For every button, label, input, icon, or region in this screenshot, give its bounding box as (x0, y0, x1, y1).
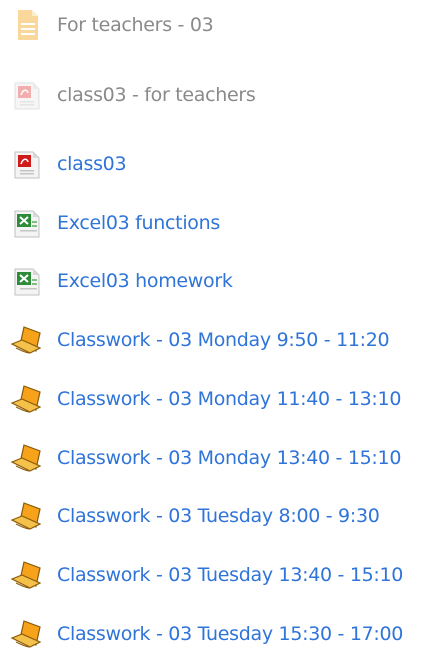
activity-link[interactable]: Classwork - 03 Tuesday 8:00 - 9:30 (57, 504, 380, 528)
pdf-file-icon (10, 148, 46, 180)
activity-link[interactable]: Classwork - 03 Monday 13:40 - 15:10 (57, 446, 401, 470)
activity-label: For teachers - 03 (57, 14, 214, 36)
activity-label: class03 - for teachers (57, 84, 256, 106)
excel-file-icon (10, 265, 46, 297)
activity-link[interactable]: Classwork - 03 Monday 11:40 - 13:10 (57, 387, 401, 411)
activity-link[interactable]: Excel03 functions (57, 211, 220, 235)
assignment-icon (10, 618, 46, 650)
excel-file-icon (10, 207, 46, 239)
activity-link[interactable]: Excel03 homework (57, 269, 233, 293)
pdf-file-icon (10, 79, 46, 111)
assignment-icon (10, 500, 46, 532)
assignment-icon (10, 324, 46, 356)
activity-list: For teachers - 03 class03 - for teachers (0, 0, 421, 650)
assignment-icon (10, 383, 46, 415)
activity-link[interactable]: Classwork - 03 Tuesday 13:40 - 15:10 (57, 563, 403, 587)
activity-link[interactable]: Classwork - 03 Tuesday 15:30 - 17:00 (57, 622, 403, 646)
assignment-icon (10, 559, 46, 591)
activity-link[interactable]: class03 (57, 152, 127, 176)
assignment-icon (10, 442, 46, 474)
activity-link[interactable]: Classwork - 03 Monday 9:50 - 11:20 (57, 328, 390, 352)
page-icon (10, 9, 46, 41)
